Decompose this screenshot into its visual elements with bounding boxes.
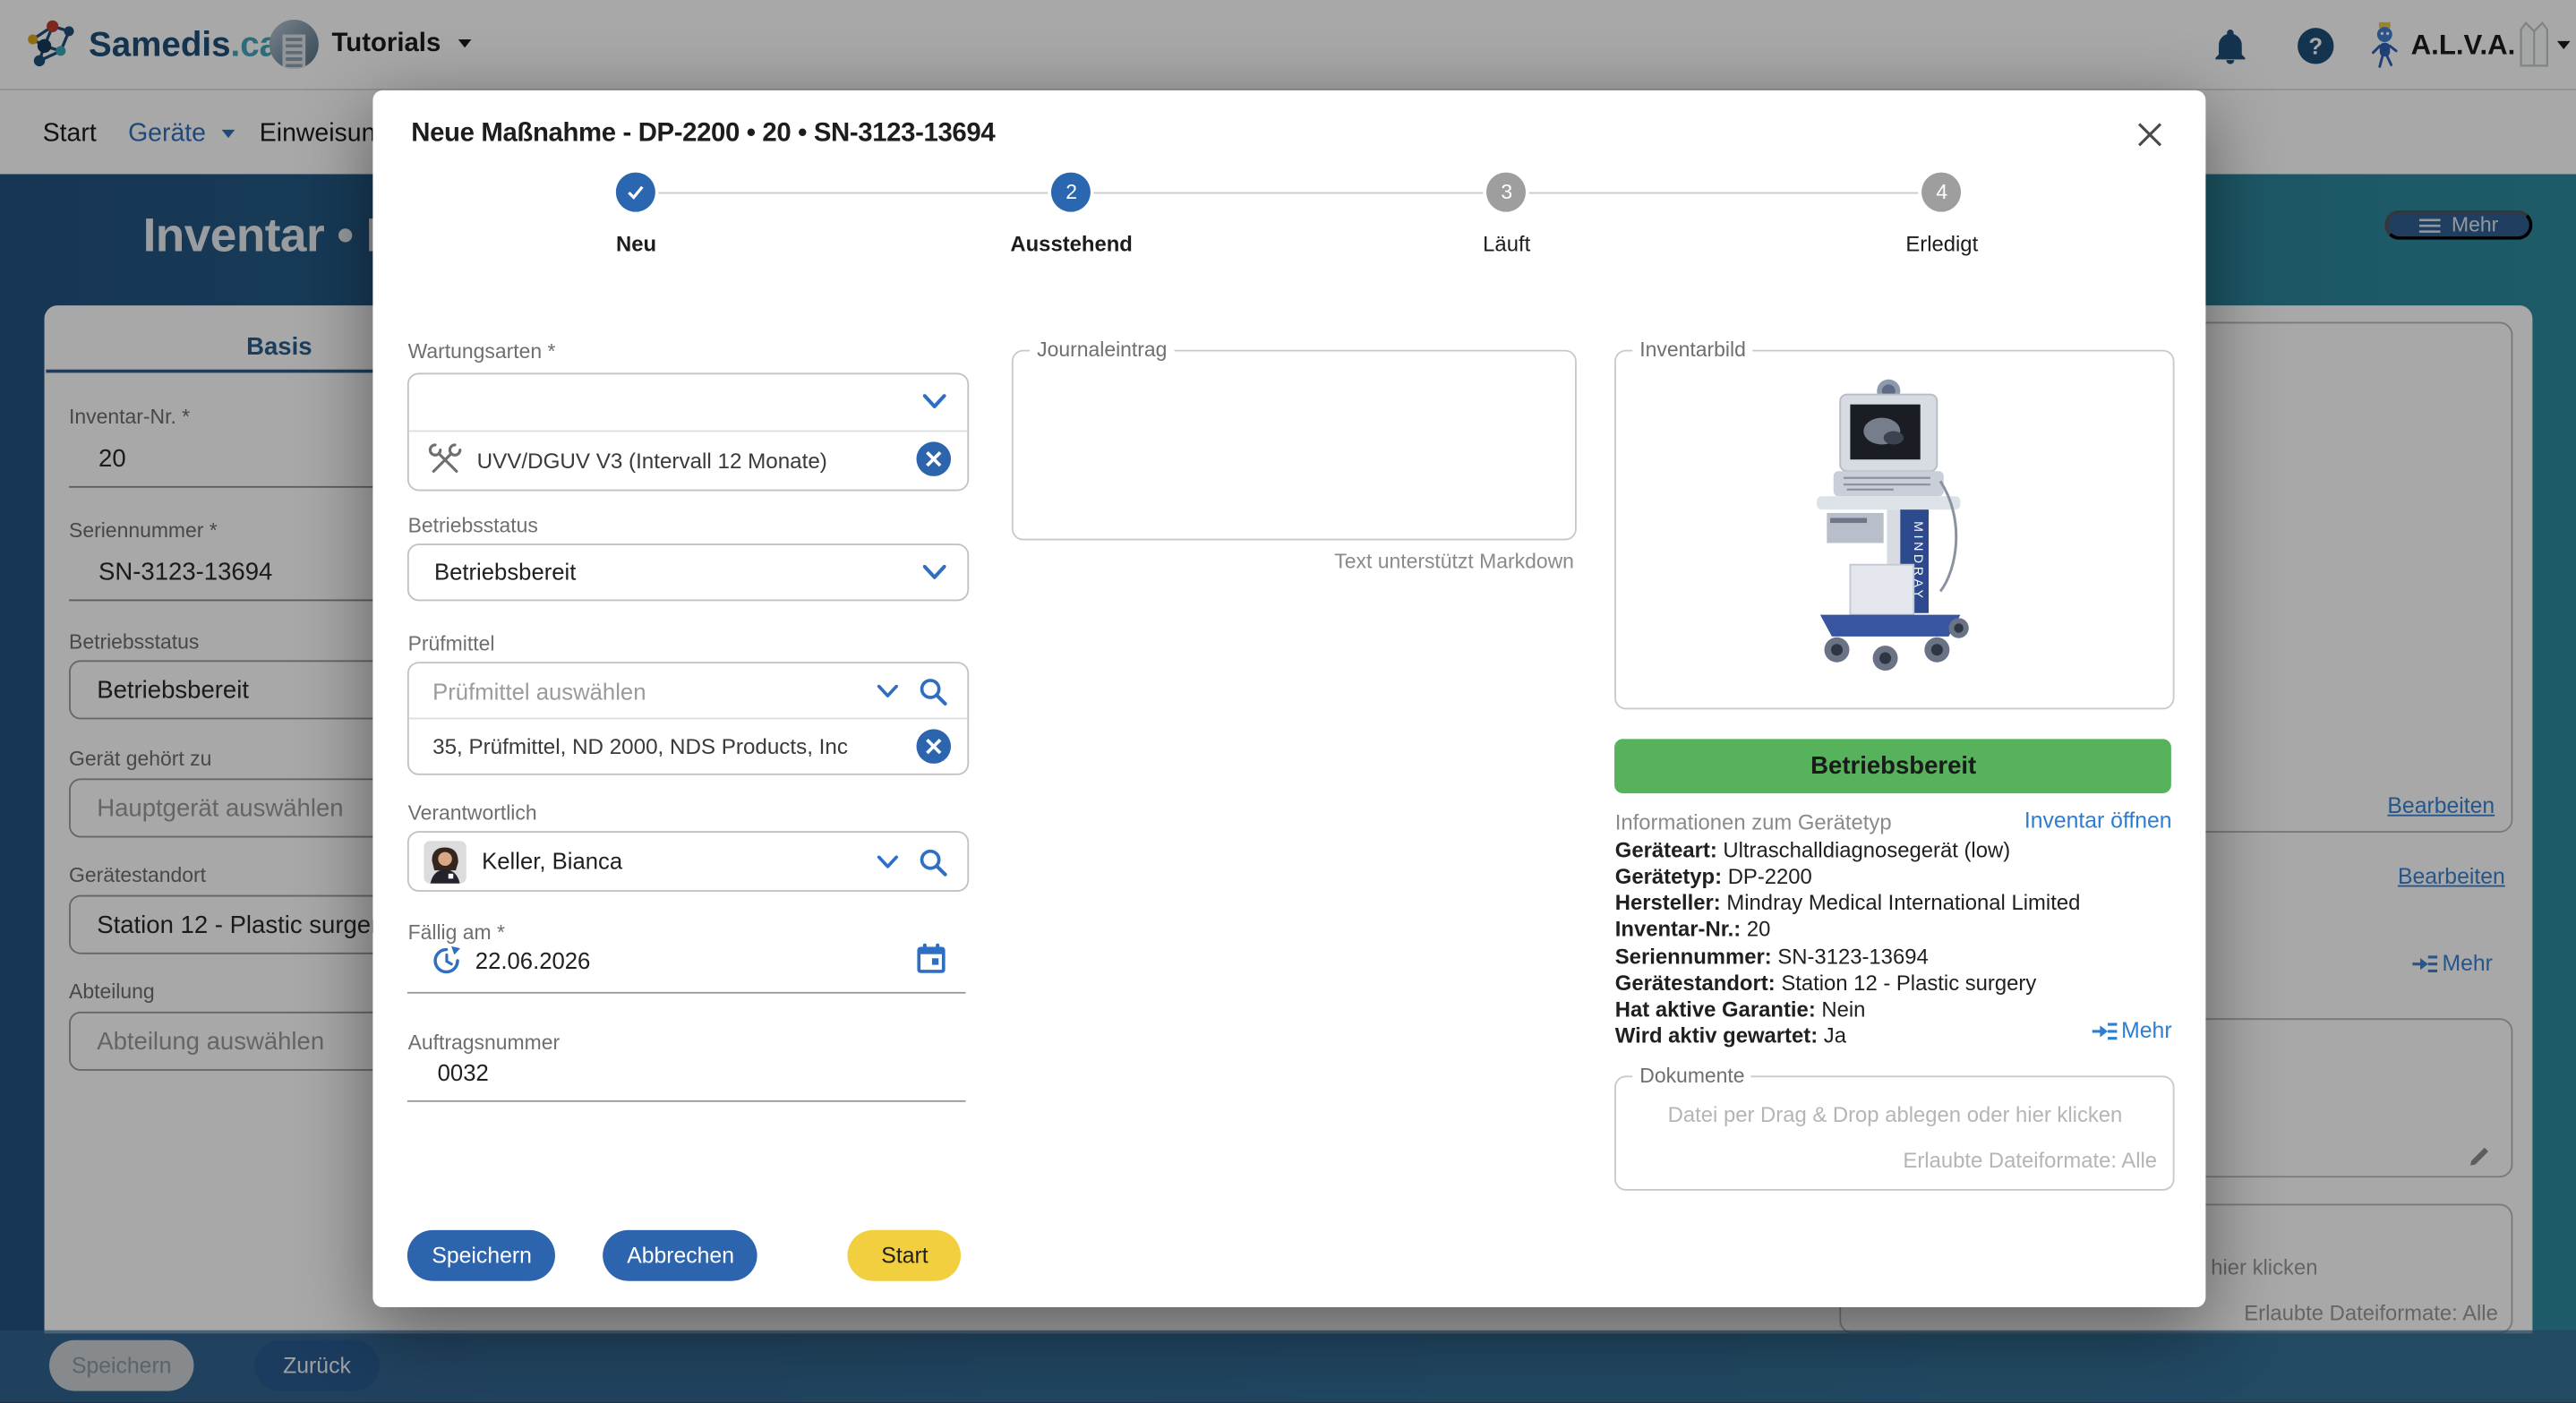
chevron-down-icon[interactable] bbox=[877, 685, 899, 698]
info-line-geraetetyp: GerätetypDP-2200 bbox=[1615, 864, 1812, 889]
massnahme-dialog: Neue Maßnahme - DP-2200 • 20 • SN-3123-1… bbox=[373, 90, 2206, 1307]
step-1-circle[interactable] bbox=[617, 173, 656, 212]
info-line-garantie: Hat aktive GarantieNein bbox=[1615, 996, 1866, 1021]
status-banner[interactable]: Betriebsbereit bbox=[1615, 739, 2172, 793]
ultrasound-device-image: MINDRAY bbox=[1794, 378, 1995, 683]
info-line-seriennummer: SeriennummerSN-3123-13694 bbox=[1615, 944, 1929, 969]
auftragsnummer-label: Auftragsnummer bbox=[408, 1031, 560, 1055]
dialog-title: Neue Maßnahme - DP-2200 • 20 • SN-3123-1… bbox=[411, 120, 995, 150]
info-header: Informationen zum Gerätetyp bbox=[1615, 809, 1892, 834]
save-button[interactable]: Speichern bbox=[408, 1230, 556, 1281]
save-label: Speichern bbox=[432, 1244, 532, 1269]
dokumente-dropzone[interactable]: Dokumente Datei per Drag & Drop ablegen … bbox=[1615, 1075, 2175, 1190]
betriebsstatus-value: Betriebsbereit bbox=[434, 559, 576, 585]
wartungsarten-multiselect[interactable]: UVV/DGUV V3 (Intervall 12 Monate) bbox=[408, 372, 970, 491]
stepper-connector bbox=[1529, 192, 1919, 193]
start-button[interactable]: Start bbox=[848, 1230, 962, 1281]
dokumente-label: Dokumente bbox=[1633, 1065, 1751, 1088]
step-1-label: Neu bbox=[538, 232, 735, 257]
search-icon[interactable] bbox=[919, 677, 948, 706]
chevron-down-icon[interactable] bbox=[924, 394, 947, 409]
step-2-circle[interactable]: 2 bbox=[1052, 173, 1091, 212]
stepper-connector bbox=[1094, 192, 1484, 193]
info-line-gewartet: Wird aktiv gewartetJa bbox=[1615, 1022, 1846, 1048]
info-line-inventarnr: Inventar-Nr.20 bbox=[1615, 917, 1771, 942]
cancel-button[interactable]: Abbrechen bbox=[603, 1230, 757, 1281]
search-icon[interactable] bbox=[919, 847, 948, 877]
step-number: 3 bbox=[1501, 181, 1512, 204]
chevron-down-icon bbox=[924, 565, 947, 580]
chevron-down-icon[interactable] bbox=[877, 856, 899, 869]
auftragsnummer-value[interactable]: 0032 bbox=[438, 1059, 489, 1085]
responsible-avatar bbox=[424, 840, 467, 883]
update-clock-icon bbox=[432, 946, 462, 976]
step-2-label: Ausstehend bbox=[973, 232, 1170, 257]
info-line-geraeteart: GeräteartUltraschalldiagnosegerät (low) bbox=[1615, 837, 2010, 862]
journal-textarea[interactable]: Journaleintrag bbox=[1013, 350, 1578, 541]
wartungsart-chip[interactable]: UVV/DGUV V3 (Intervall 12 Monate) bbox=[409, 431, 968, 490]
step-number: 2 bbox=[1065, 181, 1077, 204]
dokumente-hint: Datei per Drag & Drop ablegen oder hier … bbox=[1617, 1102, 2174, 1127]
betriebsstatus-select[interactable]: Betriebsbereit bbox=[408, 543, 970, 601]
x-icon bbox=[925, 450, 943, 468]
status-banner-label: Betriebsbereit bbox=[1810, 752, 1976, 780]
close-icon[interactable] bbox=[2137, 122, 2163, 148]
step-number: 4 bbox=[1936, 181, 1947, 204]
wartungsart-chip-label: UVV/DGUV V3 (Intervall 12 Monate) bbox=[477, 448, 827, 473]
menu-open-icon bbox=[2090, 1019, 2118, 1042]
underline bbox=[408, 1100, 967, 1102]
verantwortlich-label: Verantwortlich bbox=[408, 801, 537, 825]
stepper-connector bbox=[659, 192, 1048, 193]
inventar-oeffnen-label: Inventar öffnen bbox=[2024, 808, 2172, 833]
step-3-circle[interactable]: 3 bbox=[1487, 173, 1527, 212]
start-label: Start bbox=[881, 1244, 928, 1269]
tools-icon bbox=[426, 441, 466, 480]
underline bbox=[408, 992, 967, 994]
faellig-am-label: Fällig am * bbox=[408, 921, 505, 945]
betriebsstatus-label: Betriebsstatus bbox=[408, 514, 538, 537]
cancel-label: Abbrechen bbox=[627, 1244, 734, 1269]
pruefmittel-chip[interactable]: 35, Prüfmittel, ND 2000, NDS Products, I… bbox=[409, 718, 968, 774]
info-mehr-label: Mehr bbox=[2121, 1018, 2171, 1043]
step-3-label: Läuft bbox=[1408, 232, 1605, 257]
journal-label: Journaleintrag bbox=[1031, 338, 1174, 362]
check-icon bbox=[625, 181, 648, 204]
step-4-circle[interactable]: 4 bbox=[1922, 173, 1962, 212]
info-line-hersteller: HerstellerMindray Medical International … bbox=[1615, 890, 2081, 915]
wartungsarten-label: Wartungsarten * bbox=[408, 340, 556, 364]
pruefmittel-label: Prüfmittel bbox=[408, 632, 495, 655]
pruefmittel-placeholder: Prüfmittel auswählen bbox=[432, 679, 646, 705]
markdown-hint: Text unterstützt Markdown bbox=[1013, 550, 1574, 573]
pruefmittel-chip-label: 35, Prüfmittel, ND 2000, NDS Products, I… bbox=[432, 733, 848, 758]
calendar-icon[interactable] bbox=[917, 943, 946, 974]
info-mehr-link[interactable]: Mehr bbox=[2090, 1018, 2171, 1043]
dokumente-formats: Erlaubte Dateiformate: Alle bbox=[1903, 1148, 2157, 1173]
inventarbild-label: Inventarbild bbox=[1633, 338, 1752, 362]
info-line-standort: GerätestandortStation 12 - Plastic surge… bbox=[1615, 970, 2037, 995]
faellig-am-value[interactable]: 22.06.2026 bbox=[475, 947, 591, 973]
verantwortlich-value: Keller, Bianca bbox=[482, 847, 622, 873]
x-icon bbox=[925, 738, 943, 756]
pruefmittel-combo[interactable]: Prüfmittel auswählen 35, Prüfmittel, ND … bbox=[408, 662, 970, 775]
verantwortlich-combo[interactable]: Keller, Bianca bbox=[408, 831, 970, 892]
inventarbild-panel: Inventarbild MINDRAY bbox=[1615, 350, 2175, 710]
inventar-oeffnen-link[interactable]: Inventar öffnen bbox=[2024, 808, 2172, 833]
step-4-label: Erledigt bbox=[1844, 232, 2041, 257]
